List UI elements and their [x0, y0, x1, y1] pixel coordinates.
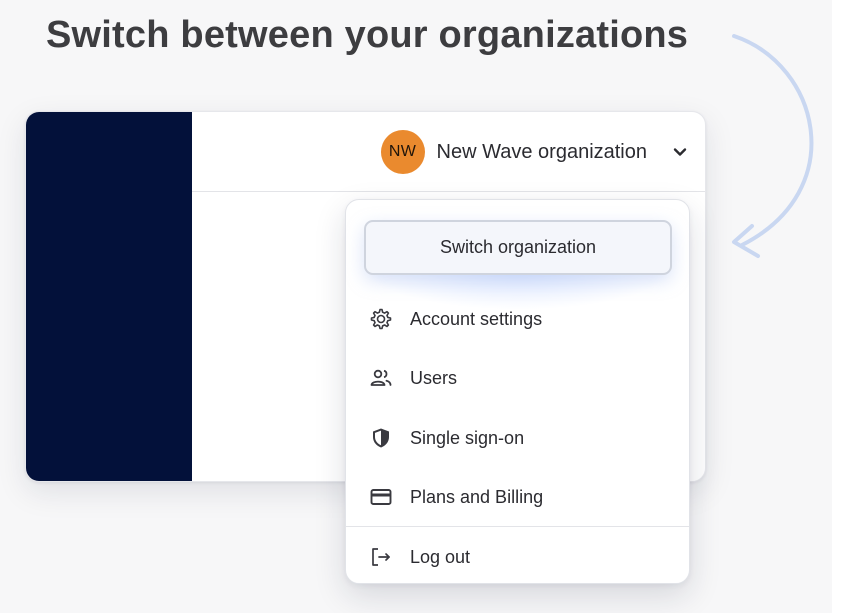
org-name: New Wave organization [436, 140, 647, 163]
gear-icon [368, 306, 394, 332]
menu-item-plans-billing[interactable]: Plans and Billing [346, 475, 689, 519]
avatar: NW [380, 130, 425, 174]
page-title: Switch between your organizations [46, 14, 689, 56]
curved-arrow-icon [732, 34, 814, 258]
menu-item-single-sign-on[interactable]: Single sign-on [346, 416, 689, 460]
menu-item-label: Plans and Billing [410, 486, 544, 507]
switch-organization-button[interactable]: Switch organization [364, 220, 672, 275]
menu-divider [346, 526, 689, 527]
chevron-down-icon[interactable] [669, 141, 691, 163]
credit-card-icon [368, 484, 394, 510]
menu-item-label: Log out [410, 546, 471, 567]
users-icon [368, 365, 394, 391]
menu-item-users[interactable]: Users [346, 356, 689, 400]
org-switcher[interactable]: NW New Wave organization [380, 130, 691, 174]
menu-item-label: Single sign-on [410, 427, 525, 448]
menu-item-label: Account settings [410, 308, 543, 329]
menu-item-log-out[interactable]: Log out [346, 535, 689, 579]
logout-icon [368, 544, 394, 570]
top-bar: NW New Wave organization [192, 112, 705, 192]
shield-icon [368, 425, 394, 451]
org-dropdown-menu: Switch organization Account settings Use… [345, 199, 690, 584]
menu-item-account-settings[interactable]: Account settings [346, 297, 689, 341]
sidebar [26, 112, 192, 481]
avatar-initials: NW [388, 143, 417, 160]
menu-item-label: Users [410, 367, 458, 388]
